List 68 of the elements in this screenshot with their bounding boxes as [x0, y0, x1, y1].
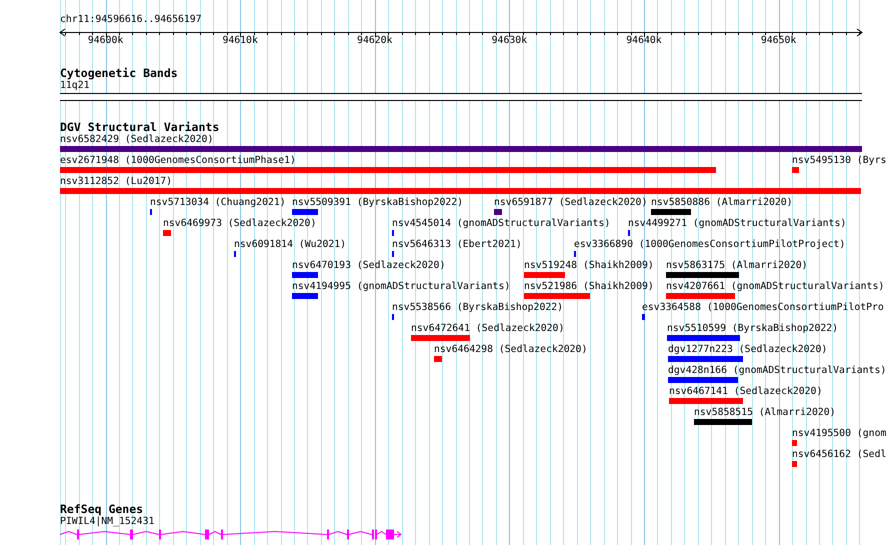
feature-label: esv2671948 (1000GenomesConsortiumPhase1) [60, 155, 296, 167]
tick-label: 94630k [492, 35, 528, 47]
tick-label: 94610k [222, 35, 258, 47]
track-title: RefSeq Genes [60, 503, 144, 516]
variant-bar[interactable] [668, 356, 743, 362]
feature-label: nsv4195500 (gnom [792, 428, 886, 440]
variant-bar[interactable] [666, 293, 735, 299]
feature-label: nsv4545014 (gnomADStructuralVariants) [392, 218, 610, 230]
feature-label: nsv4207661 (gnomADStructuralVariants) [666, 281, 884, 293]
variant-bar[interactable] [792, 461, 797, 467]
variant-bar[interactable] [494, 209, 502, 215]
variant-bar[interactable] [60, 146, 862, 152]
variant-bar[interactable] [524, 272, 565, 278]
variant-bar[interactable] [292, 209, 318, 215]
feature-label: dgv1277n223 (Sedlazeck2020) [668, 344, 828, 356]
feature-label: nsv3112852 (Lu2017) [60, 176, 172, 188]
variant-bar[interactable] [411, 335, 470, 341]
tick-label: 94600k [88, 35, 124, 47]
tick-label: 94650k [760, 35, 796, 47]
variant-bar[interactable] [60, 167, 716, 173]
variant-bar[interactable] [668, 377, 738, 383]
feature-label: nsv6582429 (Sedlazeck2020) [60, 134, 214, 146]
variant-bar[interactable] [292, 272, 318, 278]
location-label: chr11:94596616..94656197 [60, 14, 202, 26]
feature-label: esv3366890 (1000GenomesConsortiumPilotProject) [574, 239, 846, 251]
feature-label: nsv5850886 (Almarri2020) [651, 197, 793, 209]
feature-label: nsv5858515 (Almarri2020) [694, 407, 836, 419]
feature-label: nsv5509391 (ByrskaBishop2022) [292, 197, 464, 209]
feature-label: nsv4499271 (gnomADStructuralVariants) [628, 218, 846, 230]
feature-label: nsv5646313 (Ebert2021) [392, 239, 522, 251]
feature-label: nsv6456162 (Sedl [792, 449, 886, 461]
variant-bar[interactable] [163, 230, 171, 236]
feature-label: nsv5538566 (ByrskaBishop2022) [392, 302, 564, 314]
tick-label: 94640k [626, 35, 662, 47]
feature-label: nsv6467141 (Sedlazeck2020) [669, 386, 822, 398]
feature-label: esv3364588 (1000GenomesConsortiumPilotPro [642, 302, 884, 314]
track-title: DGV Structural Variants [60, 121, 220, 134]
feature-label: nsv5510599 (ByrskaBishop2022) [667, 323, 838, 335]
variant-bar[interactable] [434, 356, 442, 362]
variant-bar[interactable] [666, 272, 739, 278]
variant-bar[interactable] [792, 167, 799, 173]
feature-label: nsv6464298 (Sedlazeck2020) [434, 344, 588, 356]
feature-label: nsv6472641 (Sedlazeck2020) [411, 323, 564, 335]
variant-bar[interactable] [60, 188, 861, 194]
variant-bar[interactable] [694, 419, 752, 425]
feature-label: nsv5863175 (Almarri2020) [666, 260, 808, 272]
feature-label: nsv6591877 (Sedlazeck2020) [494, 197, 648, 209]
band-label: 11q21 [60, 80, 90, 92]
gene-model-drawing[interactable] [60, 530, 402, 540]
tick-label: 94620k [357, 35, 392, 47]
feature-label: nsv5495130 (Byrs [792, 155, 886, 167]
variant-bar[interactable] [792, 440, 797, 446]
feature-label: nsv521986 (Shaikh2009) [524, 281, 654, 293]
feature-label: nsv6470193 (Sedlazeck2020) [292, 260, 446, 272]
feature-label: nsv5713034 (Chuang2021) [150, 197, 286, 209]
feature-label: nsv6091814 (Wu2021) [234, 239, 346, 251]
feature-label: nsv4194995 (gnomADStructuralVariants) [292, 281, 510, 293]
variant-bar[interactable] [524, 293, 590, 299]
variant-bar[interactable] [292, 293, 318, 299]
feature-label: dgv428n166 (gnomADStructuralVariants) [668, 365, 886, 377]
variant-bar[interactable] [651, 209, 691, 215]
variant-bar[interactable] [667, 335, 740, 341]
gene-label: PIWIL4|NM_152431 [60, 516, 154, 528]
track-title: Cytogenetic Bands [60, 67, 178, 80]
feature-label: nsv6469973 (Sedlazeck2020) [163, 218, 316, 230]
variant-bar[interactable] [669, 398, 743, 404]
variant-bar[interactable] [642, 314, 645, 320]
feature-label: nsv519248 (Shaikh2009) [524, 260, 654, 272]
